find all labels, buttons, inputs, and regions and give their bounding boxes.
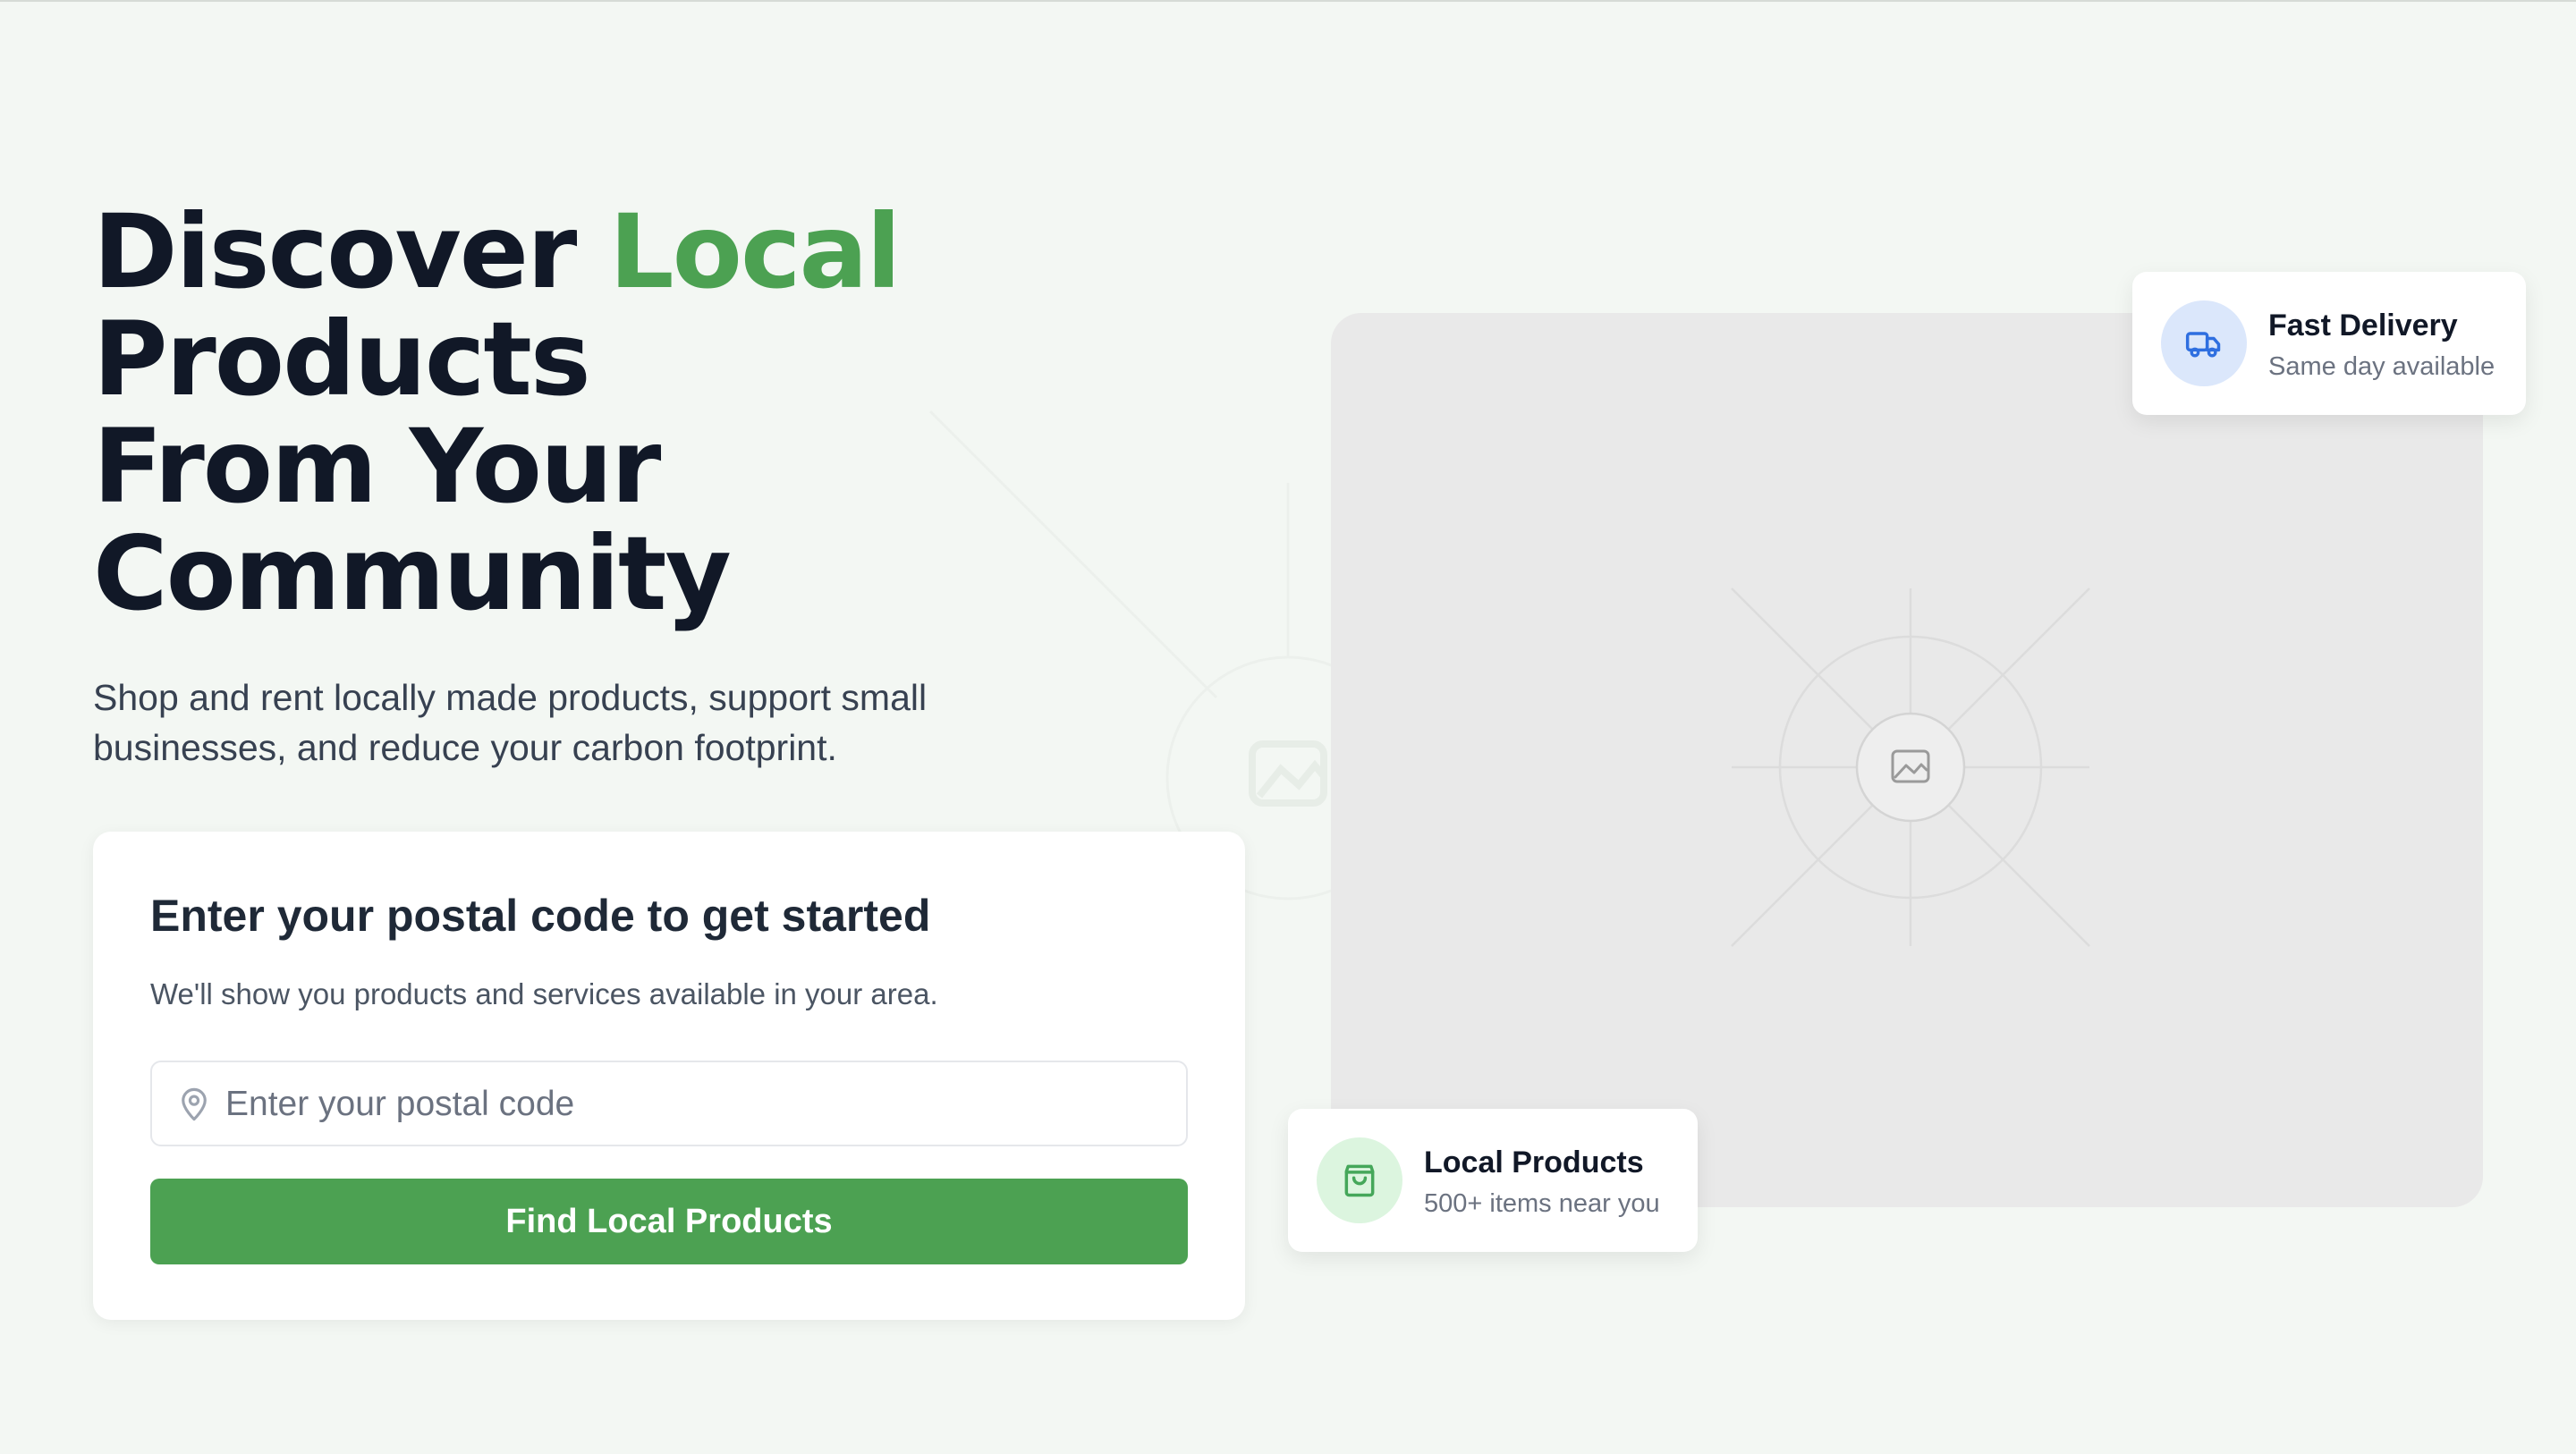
local-products-subtitle: 500+ items near you — [1424, 1189, 1660, 1218]
postal-code-field[interactable] — [150, 1061, 1188, 1146]
headline-line-1: Discover Local — [93, 199, 902, 306]
headline-line-3: From Your — [93, 407, 661, 526]
local-products-title: Local Products — [1424, 1145, 1644, 1179]
fast-delivery-badge: Fast Delivery Same day available — [2132, 272, 2526, 415]
hero-headline: Discover Local Products From Your Commun… — [93, 199, 902, 633]
headline-line-2: Products — [93, 300, 591, 418]
hero-section: Discover Local Products From Your Commun… — [0, 0, 2576, 1454]
fast-delivery-title: Fast Delivery — [2268, 309, 2458, 342]
products-icon-circle — [1317, 1137, 1402, 1223]
postal-card-description: We'll show you products and services ava… — [150, 977, 938, 1010]
local-products-badge: Local Products 500+ items near you — [1288, 1109, 1698, 1252]
shopping-bag-icon — [1344, 1164, 1375, 1197]
headline-line-4: Community — [93, 514, 732, 633]
headline-accent-local: Local — [609, 192, 902, 311]
map-pin-icon — [182, 1087, 207, 1121]
postal-code-input[interactable] — [224, 1075, 1166, 1134]
image-placeholder-graphic — [1731, 588, 2090, 947]
truck-icon — [2185, 332, 2221, 358]
postal-card-title: Enter your postal code to get started — [150, 891, 931, 941]
delivery-icon-circle — [2161, 300, 2247, 386]
postal-code-card: Enter your postal code to get started We… — [93, 832, 1245, 1320]
headline-word-discover: Discover — [93, 192, 609, 311]
hero-subtext: Shop and rent locally made products, sup… — [93, 677, 928, 768]
hero-image-placeholder — [1331, 313, 2483, 1207]
fast-delivery-subtitle: Same day available — [2268, 352, 2496, 381]
find-local-products-button[interactable]: Find Local Products — [150, 1179, 1188, 1264]
